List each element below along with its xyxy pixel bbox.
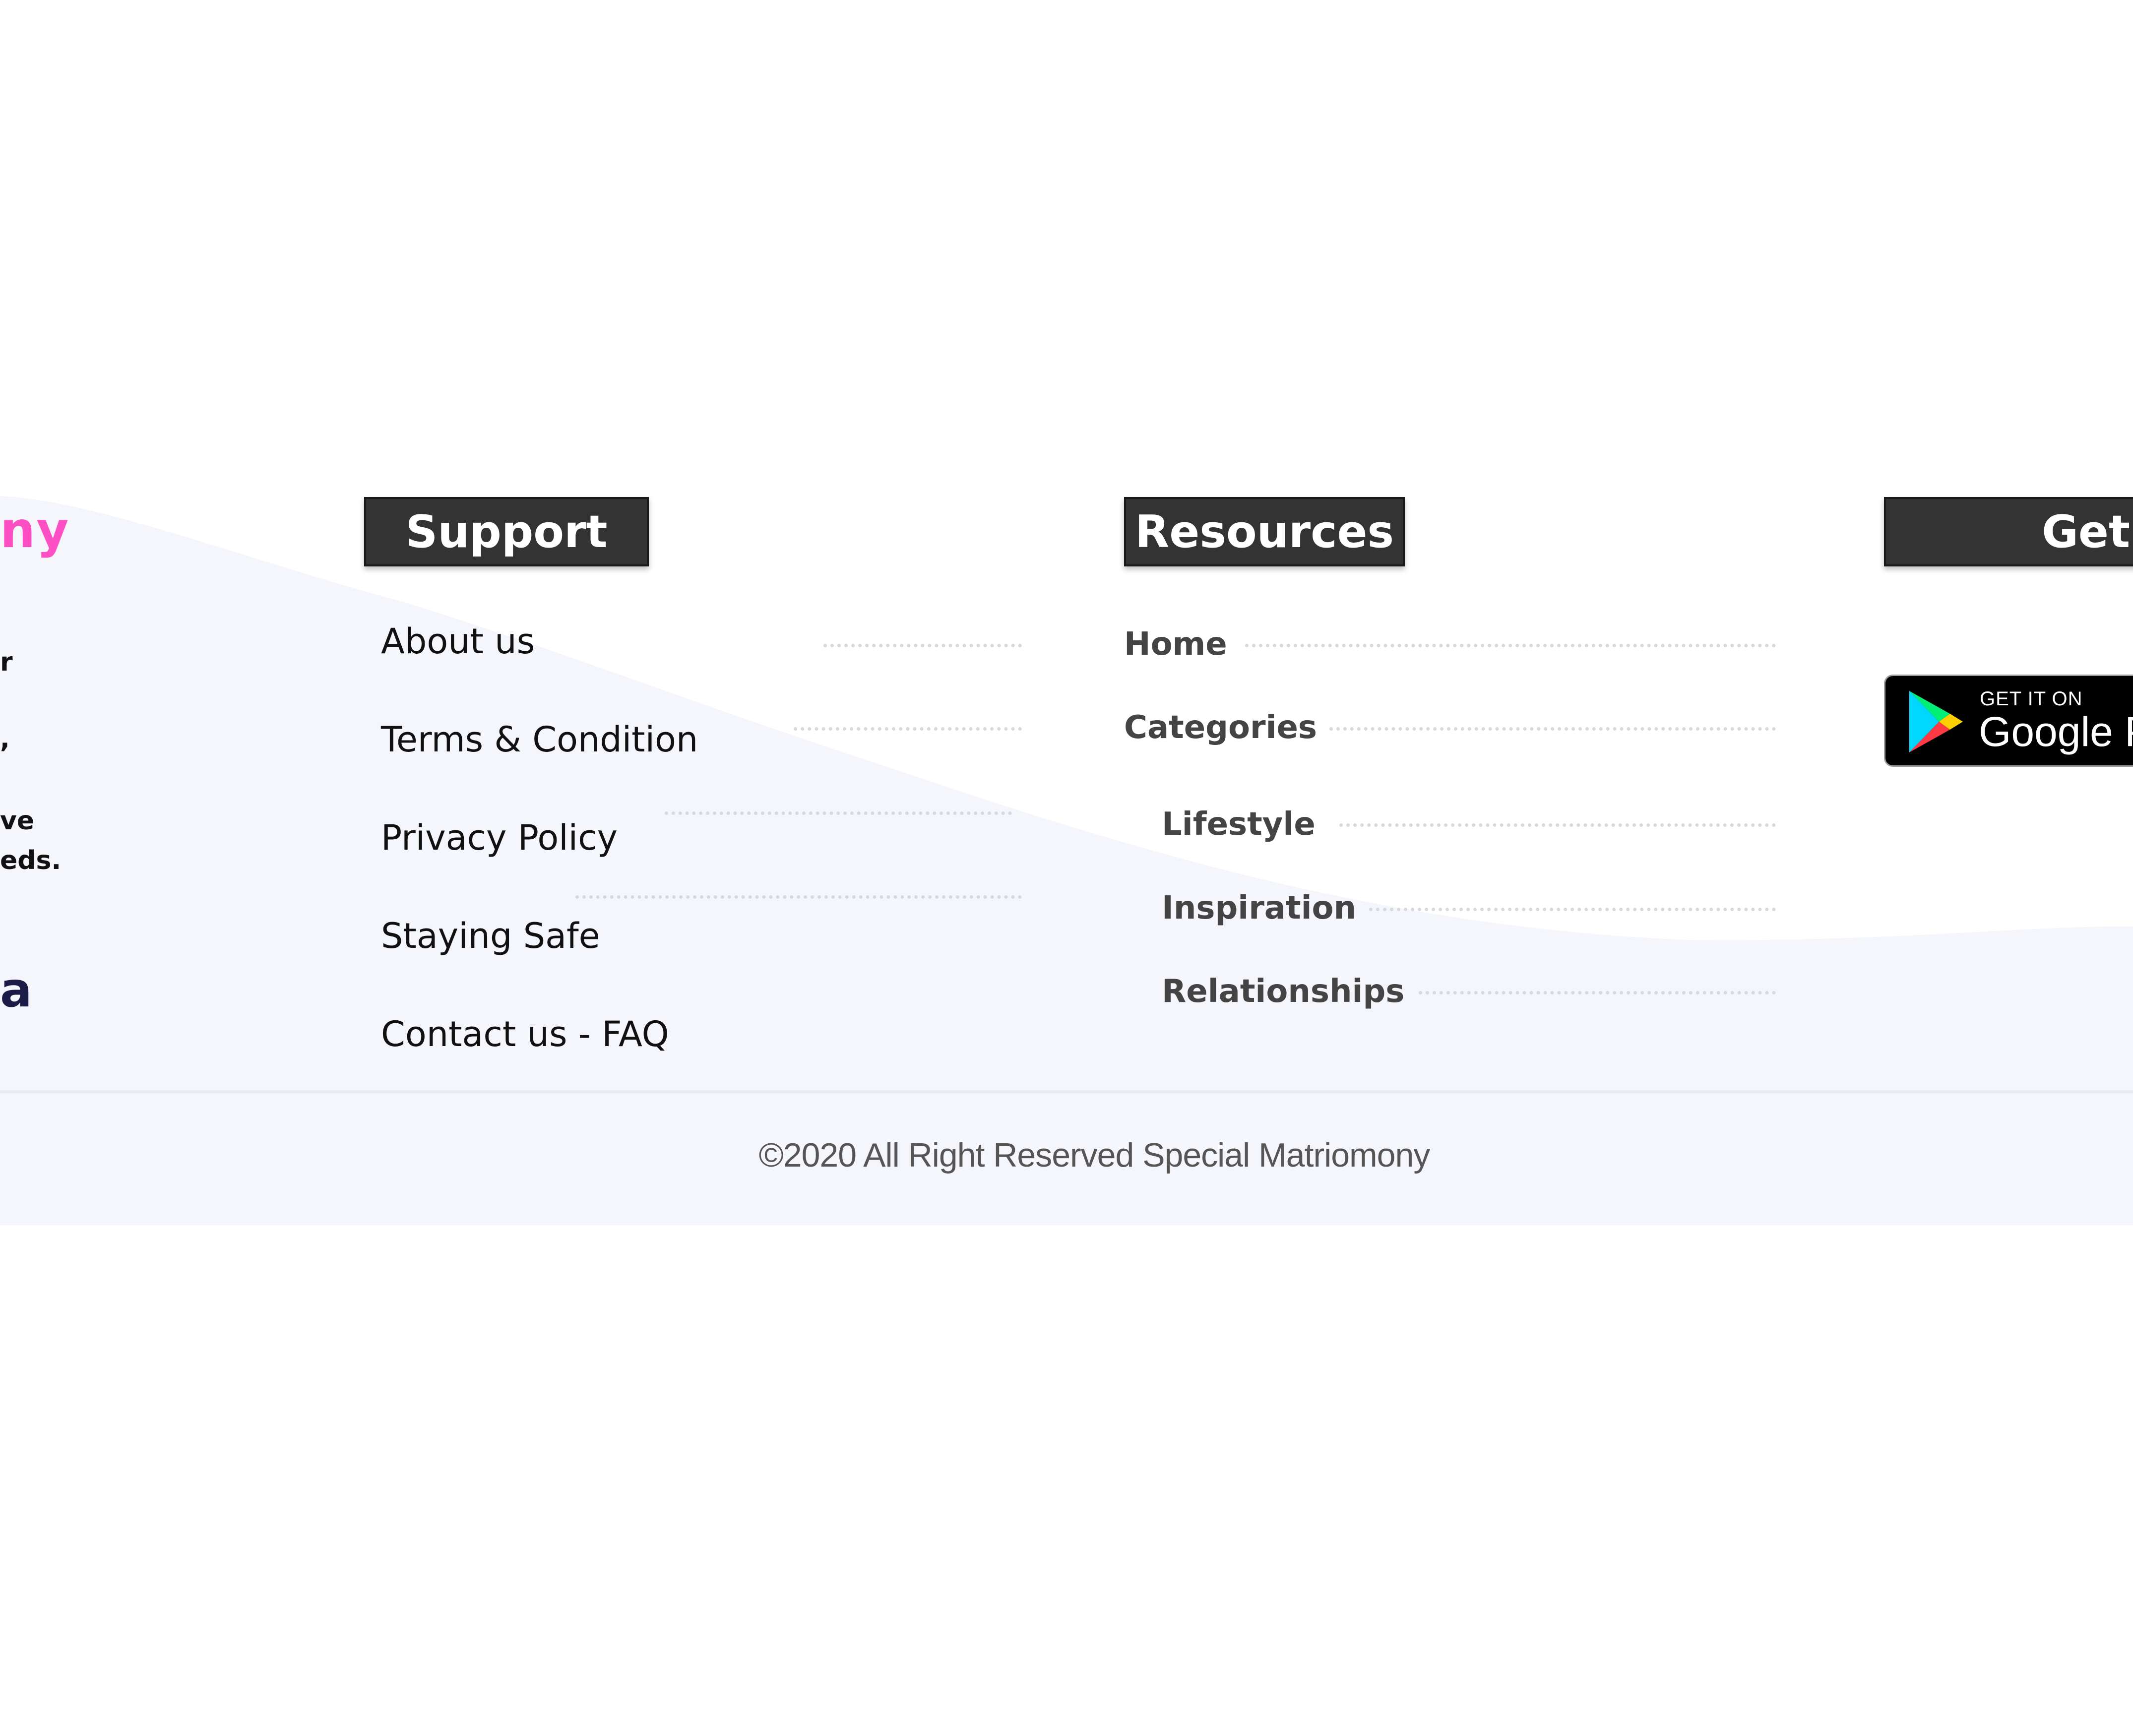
dotted-separator [1419, 991, 1776, 994]
google-play-badge[interactable]: GET IT ON Google P [1884, 675, 2133, 767]
dotted-separator [1245, 644, 1776, 647]
google-play-icon [1909, 691, 1963, 752]
badge-small-text: GET IT ON [1980, 688, 2083, 710]
dotted-separator [575, 895, 1022, 899]
badge-store-text: Google P [1979, 708, 2133, 755]
copyright-text: ©2020 All Right Reserved Special Matriom… [758, 1136, 1431, 1174]
contact-faq-link[interactable]: Contact us - FAQ [381, 1014, 669, 1054]
category-inspiration-link[interactable]: Inspiration [1162, 890, 1356, 927]
dotted-separator [665, 811, 1012, 815]
about-text-fragment: , [0, 724, 10, 754]
get-app-heading: Get [1884, 497, 2133, 566]
terms-condition-link[interactable]: Terms & Condition [381, 719, 698, 760]
dotted-separator [1329, 727, 1776, 731]
resources-heading: Resources [1124, 497, 1405, 566]
about-text-fragment: ve [0, 806, 35, 836]
category-lifestyle-link[interactable]: Lifestyle [1162, 806, 1316, 843]
dotted-separator [794, 727, 1022, 731]
about-text-fragment: eds. [0, 846, 62, 875]
privacy-policy-link[interactable]: Privacy Policy [381, 817, 618, 858]
dotted-separator [1339, 823, 1776, 827]
about-us-link[interactable]: About us [381, 621, 535, 662]
background-wave [0, 496, 2133, 1090]
resources-categories-link[interactable]: Categories [1124, 709, 1317, 746]
brand-name-fragment: ny [0, 501, 70, 559]
dotted-separator [823, 644, 1022, 647]
resources-home-link[interactable]: Home [1124, 626, 1227, 663]
dotted-separator [1369, 908, 1776, 911]
about-text-fragment: r [0, 647, 13, 677]
category-relationships-link[interactable]: Relationships [1162, 973, 1404, 1010]
staying-safe-link[interactable]: Staying Safe [381, 916, 600, 956]
support-heading: Support [364, 497, 649, 566]
brand-text-fragment: a [0, 962, 32, 1018]
